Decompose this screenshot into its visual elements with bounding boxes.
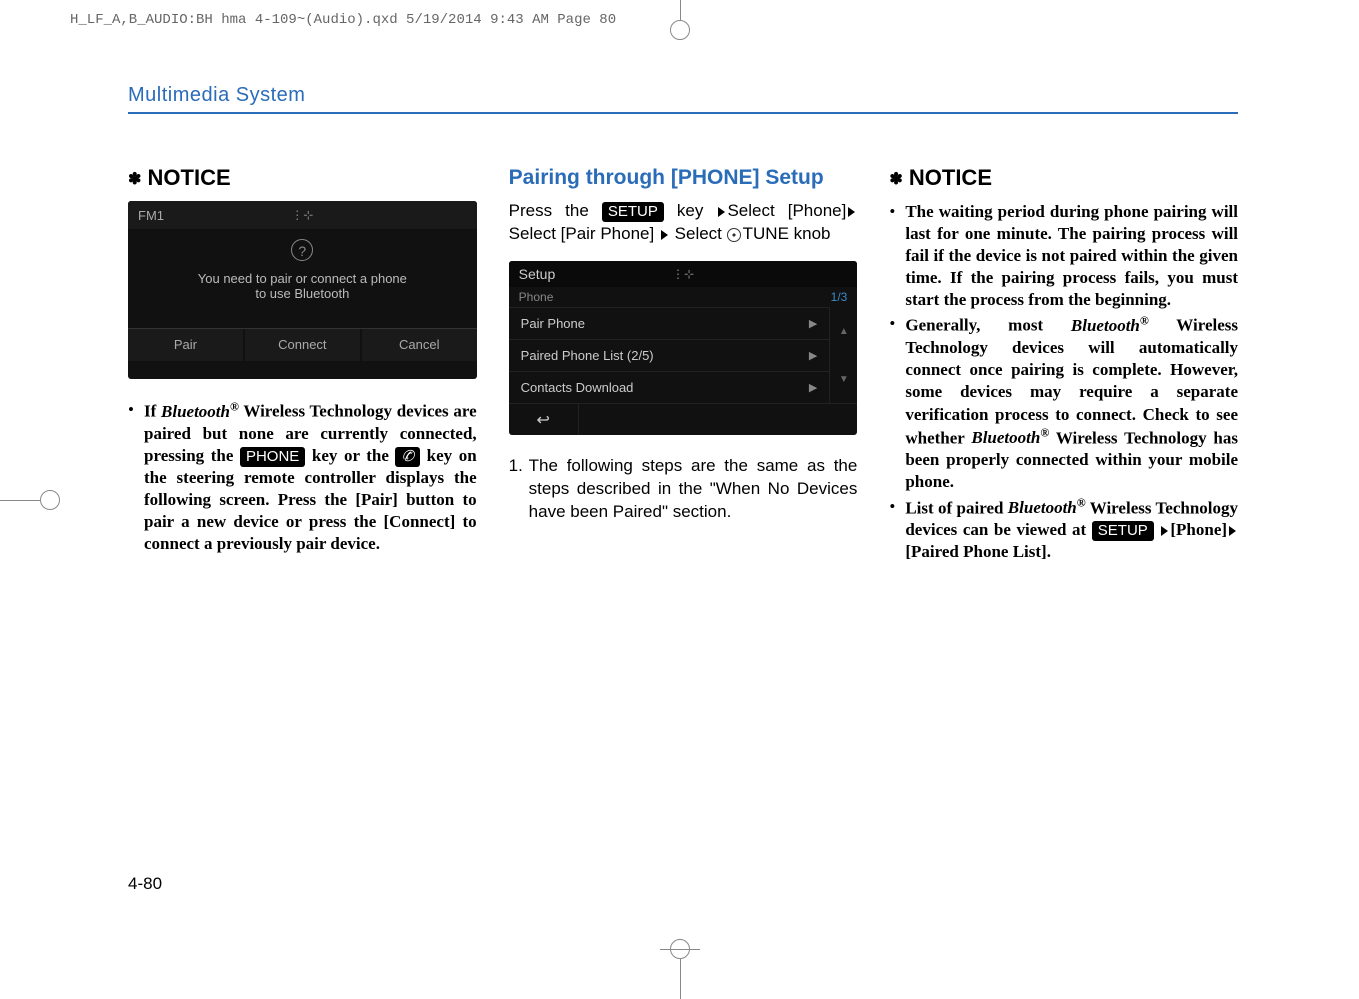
ss2-subtitle: Phone xyxy=(519,290,554,304)
ss2-rows: Pair Phone ▶ Paired Phone List (2/5) ▶ C… xyxy=(509,307,858,403)
col2-instruction: Press the SETUP key Select [Phone]Select… xyxy=(509,200,858,246)
col1-bullet-1: If Bluetooth® Wireless Technology device… xyxy=(128,399,477,555)
chevron-right-icon: ▶ xyxy=(809,349,817,362)
t: [Paired Phone List]. xyxy=(905,542,1051,561)
scroll-up-button[interactable]: ▲ xyxy=(830,307,857,355)
section-title: Multimedia System xyxy=(128,84,305,107)
t: key xyxy=(664,201,717,220)
t: Press the xyxy=(509,201,602,220)
list-item-contacts[interactable]: Contacts Download ▶ xyxy=(509,371,830,403)
section-rule xyxy=(128,112,1238,114)
ss2-bottom-bar: ↩ xyxy=(509,403,858,435)
triangle-icon xyxy=(661,230,668,240)
bluetooth-icon: ⋮⊹ xyxy=(672,267,694,281)
step-text: The following steps are the same as the … xyxy=(529,456,858,521)
col2-steps: 1. The following steps are the same as t… xyxy=(509,455,858,524)
question-icon: ? xyxy=(291,239,313,261)
col3-bullet-3: List of paired Bluetooth® Wireless Techn… xyxy=(889,496,1238,564)
crop-mark-bottom-cross xyxy=(660,949,700,950)
triangle-icon xyxy=(718,207,725,217)
t: Select xyxy=(670,224,727,243)
reg: ® xyxy=(230,399,239,413)
t: key or the xyxy=(305,446,395,465)
t: Select [Pair Phone] xyxy=(509,224,659,243)
tune-knob-icon xyxy=(727,228,741,242)
crop-mark-bottom xyxy=(660,919,700,999)
chevron-right-icon: ▶ xyxy=(809,381,817,394)
row-label: Contacts Download xyxy=(521,380,634,395)
reg: ® xyxy=(1140,313,1149,327)
pairing-heading: Pairing through [PHONE] Setup xyxy=(509,165,858,190)
scroll-down-button[interactable]: ▼ xyxy=(830,355,857,403)
t: Generally, most xyxy=(905,316,1071,335)
reg: ® xyxy=(1077,496,1086,510)
col3-bullet-1: The waiting period during phone pairing … xyxy=(889,201,1238,311)
ss1-fm-label: FM1 xyxy=(138,208,164,223)
ss1-topbar: FM1 ⋮⊹ xyxy=(128,201,477,229)
content-columns: ✽ NOTICE FM1 ⋮⊹ ? You need to pair or co… xyxy=(128,165,1238,565)
t: [Phone] xyxy=(1170,520,1227,539)
cancel-button[interactable]: Cancel xyxy=(362,329,477,361)
col3-bullet-list: The waiting period during phone pairing … xyxy=(889,201,1238,563)
list-item-pair-phone[interactable]: Pair Phone ▶ xyxy=(509,307,830,339)
phone-key: PHONE xyxy=(240,447,305,467)
step-number: 1. xyxy=(509,455,523,478)
notice-heading-2: ✽ NOTICE xyxy=(889,165,1238,191)
reg: ® xyxy=(1040,426,1049,440)
phone-icon-key: ✆ xyxy=(395,447,420,467)
connect-button[interactable]: Connect xyxy=(245,329,360,361)
page-number: 4-80 xyxy=(128,874,162,894)
setup-key: SETUP xyxy=(602,202,664,222)
col2-step-1: 1. The following steps are the same as t… xyxy=(509,455,858,524)
chevron-right-icon: ▶ xyxy=(809,317,817,330)
crop-mark-top xyxy=(660,0,700,40)
screenshot-setup: Setup ⋮⊹ Phone 1/3 Pair Phone ▶ Paired P… xyxy=(509,261,858,435)
ss2-topbar: Setup ⋮⊹ xyxy=(509,261,858,287)
ss1-message-line2: to use Bluetooth xyxy=(148,286,457,301)
row-label: Paired Phone List (2/5) xyxy=(521,348,654,363)
ss2-title: Setup xyxy=(519,266,556,282)
t: TUNE knob xyxy=(743,224,831,243)
notice-heading-1: ✽ NOTICE xyxy=(128,165,477,191)
triangle-icon xyxy=(1161,526,1168,536)
bt: Bluetooth xyxy=(161,402,230,421)
notice-label: NOTICE xyxy=(909,165,992,190)
ss1-button-row: Pair Connect Cancel xyxy=(128,328,477,361)
crop-mark-left xyxy=(0,480,80,520)
ss2-scrollbar: ▲ ▼ xyxy=(829,307,857,403)
notice-label: NOTICE xyxy=(148,165,231,190)
crop-header-text: H_LF_A,B_AUDIO:BH hma 4-109~(Audio).qxd … xyxy=(70,12,616,28)
pair-button[interactable]: Pair xyxy=(128,329,243,361)
t: List of paired xyxy=(905,498,1007,517)
col3-bullet-2: Generally, most Bluetooth® Wireless Tech… xyxy=(889,313,1238,493)
screenshot-fm1: FM1 ⋮⊹ ? You need to pair or connect a p… xyxy=(128,201,477,379)
col1-bullet-list: If Bluetooth® Wireless Technology device… xyxy=(128,399,477,555)
row-label: Pair Phone xyxy=(521,316,585,331)
ss1-body: ? You need to pair or connect a phone to… xyxy=(128,229,477,328)
bt: Bluetooth xyxy=(971,428,1040,447)
ss2-subbar: Phone 1/3 xyxy=(509,287,858,307)
column-2: Pairing through [PHONE] Setup Press the … xyxy=(509,165,858,565)
notice-star-icon: ✽ xyxy=(128,171,141,188)
list-item-paired-list[interactable]: Paired Phone List (2/5) ▶ xyxy=(509,339,830,371)
ss1-message-line1: You need to pair or connect a phone xyxy=(148,271,457,286)
t: If xyxy=(144,402,161,421)
t: The waiting period during phone pairing … xyxy=(905,202,1238,309)
notice-star-icon: ✽ xyxy=(889,171,902,188)
t: Select [Phone] xyxy=(727,201,846,220)
triangle-icon xyxy=(848,207,855,217)
bt: Bluetooth xyxy=(1071,316,1140,335)
back-button[interactable]: ↩ xyxy=(509,404,579,435)
column-1: ✽ NOTICE FM1 ⋮⊹ ? You need to pair or co… xyxy=(128,165,477,565)
ss2-list: Pair Phone ▶ Paired Phone List (2/5) ▶ C… xyxy=(509,307,830,403)
column-3: ✽ NOTICE The waiting period during phone… xyxy=(889,165,1238,565)
ss2-count: 1/3 xyxy=(831,290,848,304)
bluetooth-icon: ⋮⊹ xyxy=(291,208,313,222)
setup-key: SETUP xyxy=(1092,521,1154,541)
bt: Bluetooth xyxy=(1008,498,1077,517)
triangle-icon xyxy=(1229,526,1236,536)
